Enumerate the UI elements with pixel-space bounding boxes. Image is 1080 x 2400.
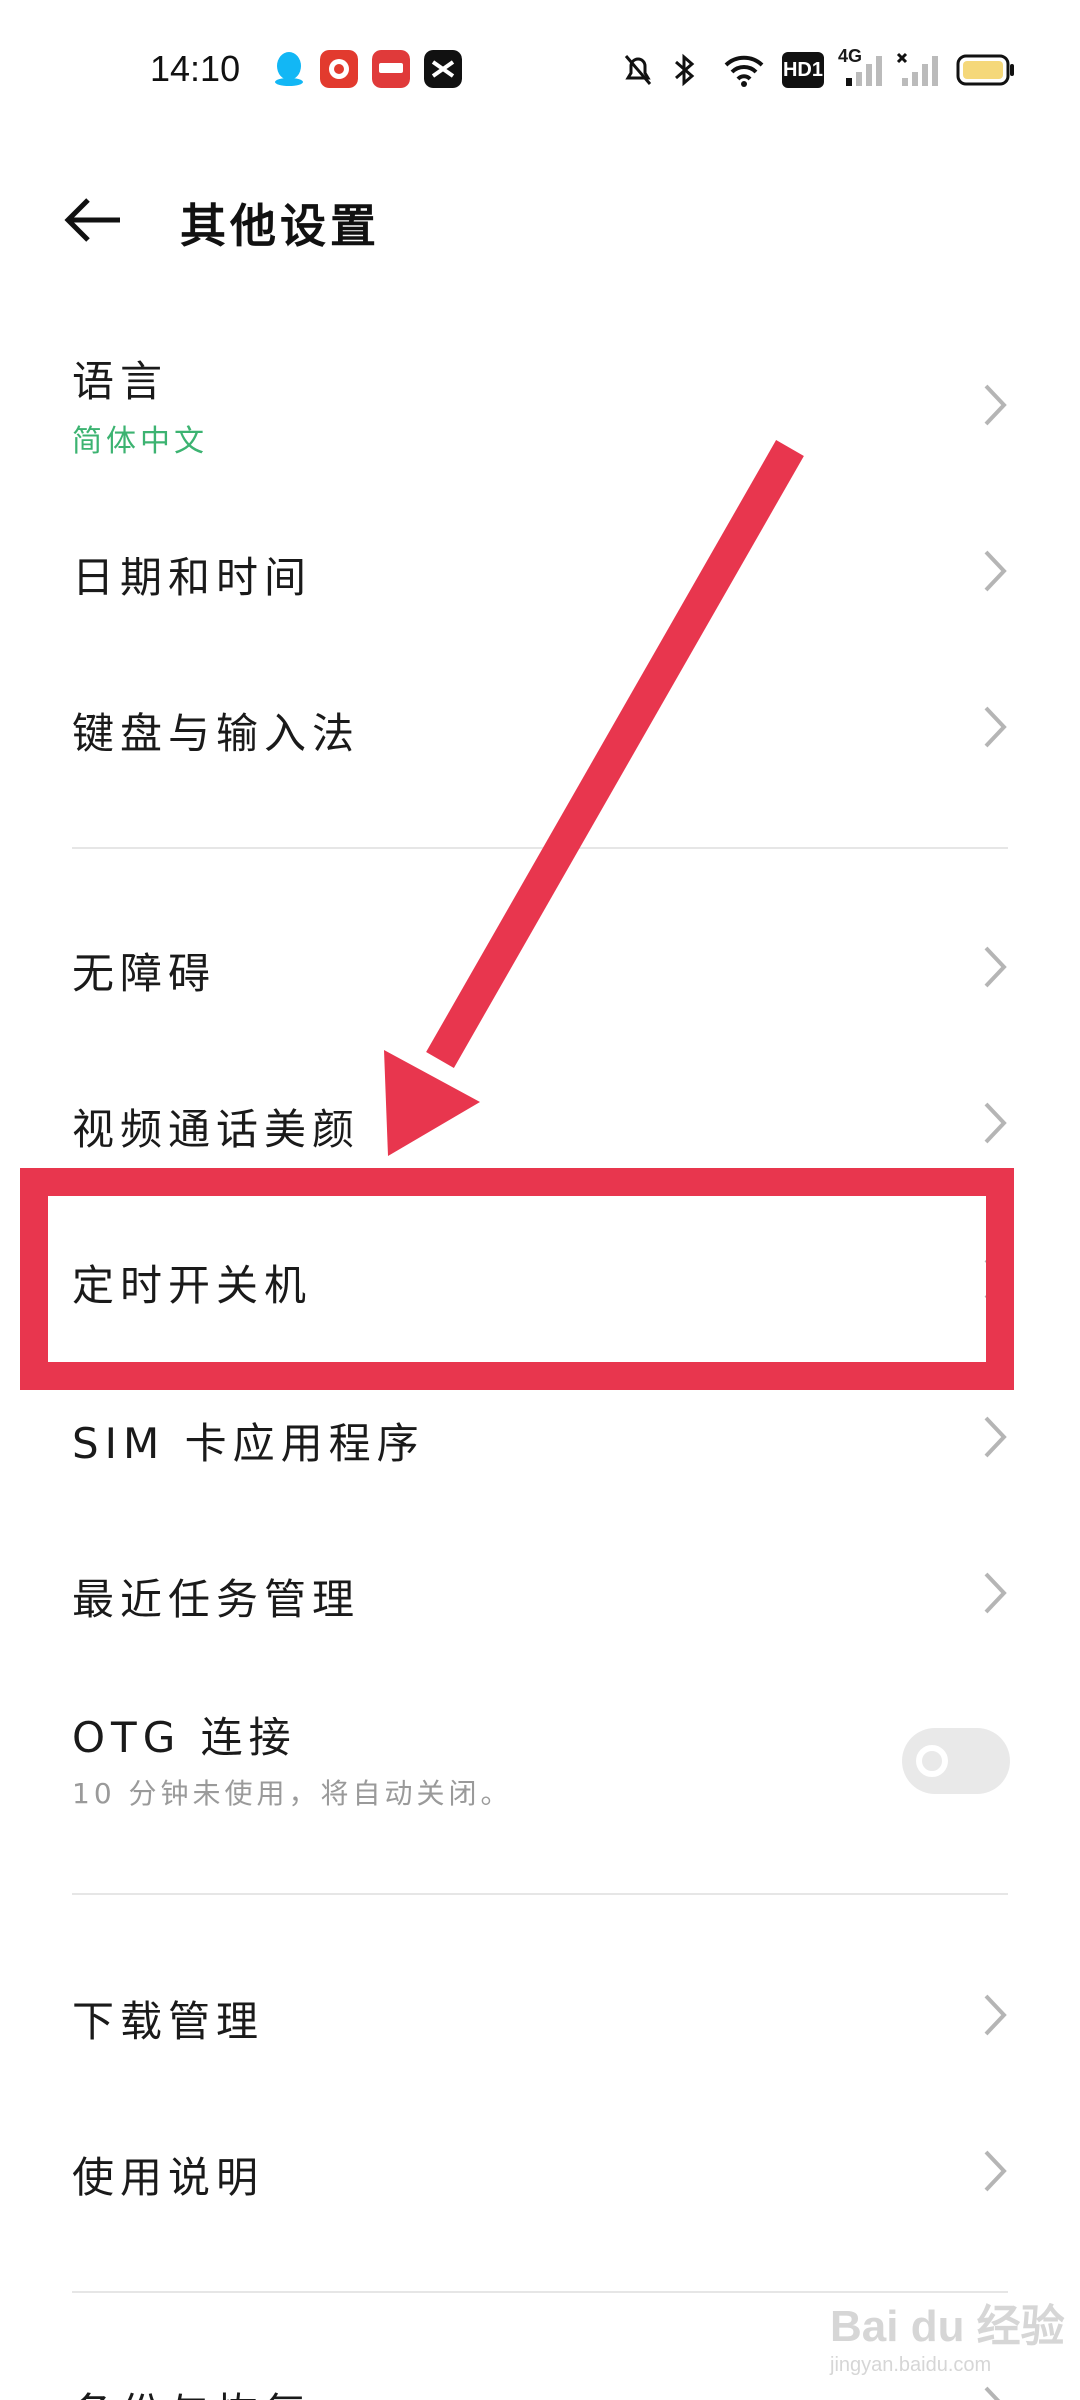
setting-language-value: 简体中文 <box>72 424 208 459</box>
header: 其他设置 <box>0 170 1080 270</box>
setting-recent-tasks-label: 最近任务管理 <box>72 1575 361 1624</box>
qq-icon <box>275 52 303 86</box>
annotation-highlight-box <box>20 1168 1014 1390</box>
bluetooth-icon <box>675 53 695 87</box>
watermark-url: jingyan.baidu.com <box>830 2354 992 2376</box>
chevron-right-icon <box>984 550 1007 592</box>
setting-keyboard-label: 键盘与输入法 <box>72 709 361 758</box>
chevron-right-icon <box>984 384 1007 426</box>
chevron-right-icon <box>984 2386 1001 2400</box>
setting-user-manual-label: 使用说明 <box>72 2153 265 2202</box>
chevron-right-icon <box>984 1572 1007 1614</box>
setting-keyboard-input[interactable]: 键盘与输入法 <box>0 656 1080 796</box>
battery-icon <box>956 54 1014 86</box>
setting-otg: OTG 连接 10 分钟未使用，将自动关闭。 <box>0 1690 1080 1860</box>
setting-sim-apps-label: SIM 卡应用程序 <box>72 1419 425 1468</box>
news-app-icon <box>372 50 410 88</box>
setting-language[interactable]: 语言 简体中文 <box>0 330 1080 480</box>
chevron-right-icon <box>984 706 1007 748</box>
setting-download-manager-label: 下载管理 <box>72 1997 265 2046</box>
section-divider <box>72 847 1008 849</box>
setting-user-manual[interactable]: 使用说明 <box>0 2100 1080 2240</box>
setting-date-time[interactable]: 日期和时间 <box>0 500 1080 640</box>
setting-backup-label: 备份与恢复 <box>72 2380 312 2400</box>
setting-accessibility-label: 无障碍 <box>72 949 217 998</box>
watermark-logo: Bai du 经验 <box>830 2302 1065 2351</box>
setting-download-manager[interactable]: 下载管理 <box>0 1944 1080 2084</box>
status-time: 14:10 <box>150 48 241 89</box>
setting-video-beauty-label: 视频通话美颜 <box>72 1105 361 1154</box>
app-notification-icon <box>320 50 358 88</box>
mute-bell-icon <box>624 55 652 85</box>
no-signal-icon <box>896 52 938 86</box>
setting-date-time-label: 日期和时间 <box>72 553 313 602</box>
setting-accessibility[interactable]: 无障碍 <box>0 898 1080 1038</box>
chevron-right-icon <box>984 1416 1007 1458</box>
page-title: 其他设置 <box>180 199 380 253</box>
chevron-right-icon <box>984 1994 1007 2036</box>
back-arrow-icon[interactable] <box>60 190 130 250</box>
setting-otg-label: OTG 连接 <box>72 1713 297 1762</box>
chevron-right-icon <box>984 2150 1007 2192</box>
section-divider <box>72 1893 1008 1895</box>
toggle-knob <box>916 1745 948 1777</box>
wifi-icon <box>724 55 764 87</box>
signal-bars-icon <box>846 56 882 86</box>
setting-recent-tasks[interactable]: 最近任务管理 <box>0 1522 1080 1662</box>
hd-icon: HD1 <box>782 52 824 88</box>
cellular-signal-1: 4G <box>838 46 898 88</box>
otg-toggle[interactable] <box>902 1728 1010 1794</box>
capcut-icon <box>424 50 462 88</box>
setting-language-label: 语言 <box>72 357 169 406</box>
chevron-right-icon <box>984 1102 1007 1144</box>
status-bar: 14:10 HD1 4G <box>0 0 1080 140</box>
setting-otg-description: 10 分钟未使用，将自动关闭。 <box>72 1777 513 1810</box>
chevron-right-icon <box>984 946 1007 988</box>
